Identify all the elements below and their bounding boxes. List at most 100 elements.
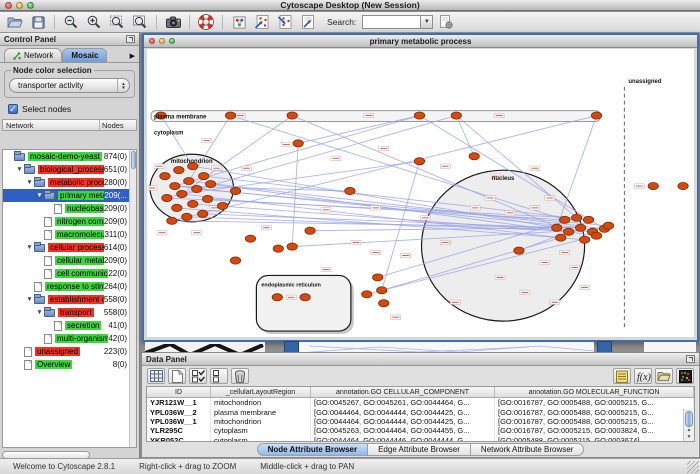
scroll-down-arrow[interactable]: ▼	[685, 434, 693, 440]
help-button[interactable]	[196, 13, 216, 31]
tab-overflow-arrow[interactable]: ▶	[128, 52, 137, 62]
page-icon	[54, 321, 62, 331]
network-node	[571, 214, 581, 221]
node-color-dropdown[interactable]: transporter activity ▲▼	[9, 78, 130, 93]
tree-row-transport[interactable]: ▼transport558(0)	[3, 306, 129, 319]
nodes-column-header[interactable]: Nodes	[100, 120, 136, 130]
control-panel: Control Panel NetworkMosaic▶ Node color …	[0, 33, 140, 458]
network-node	[230, 187, 240, 194]
tree-row-primary-metabo[interactable]: ▼primary metabo209(...	[3, 189, 129, 202]
expand-toggle-icon[interactable]: ▼	[35, 309, 44, 316]
tree-row-cellular-process[interactable]: ▼cellular process614(0)	[3, 241, 129, 254]
create-attribute-button[interactable]	[168, 368, 186, 384]
network-window-titlebar[interactable]: primary metabolic process	[144, 35, 697, 48]
scroll-up-arrow[interactable]: ▲	[685, 427, 693, 433]
cell: [GO:0045263, GO:0044464, GO:0044455, G..…	[311, 426, 495, 435]
network-canvas[interactable]: plasma membranecytoplasmmitochondrionnuc…	[147, 49, 694, 337]
expand-toggle-icon[interactable]: ▼	[25, 244, 34, 251]
matrix-view-button[interactable]	[676, 368, 694, 384]
resize-grip[interactable]	[687, 461, 699, 473]
table-scrollbar-thumb[interactable]	[685, 411, 693, 427]
import-attributes-button[interactable]	[655, 368, 673, 384]
tree-row-establishment-of-lo[interactable]: ▼establishment of lo558(0)	[3, 293, 129, 306]
tree-row-mosaic-demo-yeast[interactable]: mosaic-demo-yeast874(0)	[3, 150, 129, 163]
tree-row-node-count: 8(0)	[113, 360, 129, 369]
tree-row-nucleobase[interactable]: nucleobase-209(0)	[3, 202, 129, 215]
expand-toggle-icon[interactable]: ▼	[35, 192, 44, 199]
table-scrollbar[interactable]: ▲ ▼	[683, 409, 694, 441]
table-row-ypl036w-2[interactable]: YPL036W__2plasma membrane[GO:0044464, GO…	[147, 407, 694, 416]
search-label: Search:	[327, 17, 356, 27]
float-panel-icon[interactable]	[126, 35, 135, 43]
folder-icon	[14, 153, 25, 161]
zoom-selected-region-button[interactable]	[130, 13, 150, 31]
tree-scrollbar-thumb[interactable]	[131, 151, 136, 169]
label-unassigned: unassigned	[628, 79, 661, 85]
table-row-ypl036w-1[interactable]: YPL036W__1mitochondrion[GO:0044464, GO:0…	[147, 417, 694, 426]
tree-scrollbar[interactable]	[129, 150, 136, 447]
table-row-yjr121w-1[interactable]: YJR121W__1mitochondrion[GO:0045267, GO:0…	[147, 398, 694, 407]
save-session-button[interactable]	[28, 13, 48, 31]
tree-row-nitrogen-compo[interactable]: nitrogen compo209(0)	[3, 215, 129, 228]
attribute-editor-button[interactable]	[613, 368, 631, 384]
search-dropdown-button[interactable]: ▼	[420, 15, 433, 29]
column-header-annotation-go-molecular-function[interactable]: annotation.GO MOLECULAR_FUNCTION	[495, 387, 694, 397]
snapshot-button[interactable]	[163, 13, 183, 31]
search-input[interactable]	[362, 15, 420, 29]
expand-toggle-icon[interactable]: ▼	[15, 166, 24, 173]
cell: YPL036W__1	[147, 417, 211, 426]
tab-mosaic[interactable]: Mosaic	[62, 48, 107, 62]
tree-row-label: primary metabo	[58, 191, 104, 200]
folder-icon	[24, 166, 35, 174]
network-column-header[interactable]: Network	[3, 120, 100, 130]
tree-row-secretion[interactable]: secretion41(0)	[3, 319, 129, 332]
table-row-ylr295c[interactable]: YLR295Ccytoplasm[GO:0045263, GO:0044464,…	[147, 426, 694, 435]
select-attributes-button[interactable]	[147, 368, 165, 384]
float-panel-icon[interactable]	[686, 355, 695, 363]
tab-edge-attribute-browser[interactable]: Edge Attribute Browser	[368, 443, 471, 456]
network-node	[379, 300, 389, 307]
network-view-window[interactable]: primary metabolic process plasma membran…	[142, 33, 699, 342]
tree-row-overview[interactable]: Overview8(0)	[3, 358, 129, 371]
select-nodes-checkbox[interactable]: ✓	[8, 104, 18, 114]
label-plasma-membrane: plasma membrane	[154, 115, 207, 121]
expand-toggle-icon[interactable]: ▼	[25, 296, 34, 303]
tree-row-metabolic-process[interactable]: ▼metabolic process280(0)	[3, 176, 129, 189]
tree-row-cellular-metabo[interactable]: cellular metabo209(0)	[3, 254, 129, 267]
expand-toggle-icon[interactable]: ▼	[25, 179, 34, 186]
column-header-annotation-go-cellular-component[interactable]: annotation.GO CELLULAR_COMPONENT	[311, 387, 495, 397]
tree-row-biological-process[interactable]: ▼biological_process651(0)	[3, 163, 129, 176]
tab-network[interactable]: Network	[4, 48, 62, 62]
zoom-fit-button[interactable]	[107, 13, 127, 31]
column-header-cellularlayoutregion[interactable]: _cellularLayoutRegion	[211, 387, 311, 397]
layout-tool-b-button[interactable]	[275, 13, 295, 31]
network-node	[414, 112, 424, 119]
tree-row-cell-communicat[interactable]: cell communicat22(0)	[3, 267, 129, 280]
zoom-out-button[interactable]	[61, 13, 81, 31]
unselect-all-attributes-button[interactable]	[210, 368, 228, 384]
select-all-attributes-button[interactable]	[189, 368, 207, 384]
page-icon	[44, 256, 52, 266]
table-row-ykr052c[interactable]: YKR052Ccytoplasm[GO:0044464, GO:0044446,…	[147, 436, 694, 441]
tree-row-response-to-stimulu[interactable]: response to stimulu264(0)	[3, 280, 129, 293]
main-toolbar: Search: ▼	[0, 12, 700, 33]
search-options-button[interactable]	[436, 13, 456, 31]
column-header-id[interactable]: ID	[147, 387, 211, 397]
annotation-button[interactable]	[298, 13, 318, 31]
tree-row-unassigned[interactable]: unassigned223(0)	[3, 345, 129, 358]
tree-row-label: cellular process	[48, 243, 104, 252]
tree-row-label: macromolecule	[55, 230, 104, 239]
function-builder-button[interactable]: f(x)	[634, 368, 652, 384]
tree-row-macromolecule[interactable]: macromolecule311(0)	[3, 228, 129, 241]
tab-network-attribute-browser[interactable]: Network Attribute Browser	[471, 443, 584, 456]
vizmapper-button[interactable]	[229, 13, 249, 31]
layout-tool-a-button[interactable]	[252, 13, 272, 31]
data-panel-title: Data Panel	[146, 355, 187, 364]
delete-attribute-button[interactable]	[231, 368, 249, 384]
network-node	[272, 294, 282, 301]
zoom-in-button[interactable]	[84, 13, 104, 31]
data-panel-titlebar: Data Panel	[142, 353, 699, 366]
open-session-button[interactable]	[5, 13, 25, 31]
tree-row-multi-organism-pro[interactable]: multi-organism pro42(0)	[3, 332, 129, 345]
tab-node-attribute-browser[interactable]: Node Attribute Browser	[257, 443, 369, 456]
